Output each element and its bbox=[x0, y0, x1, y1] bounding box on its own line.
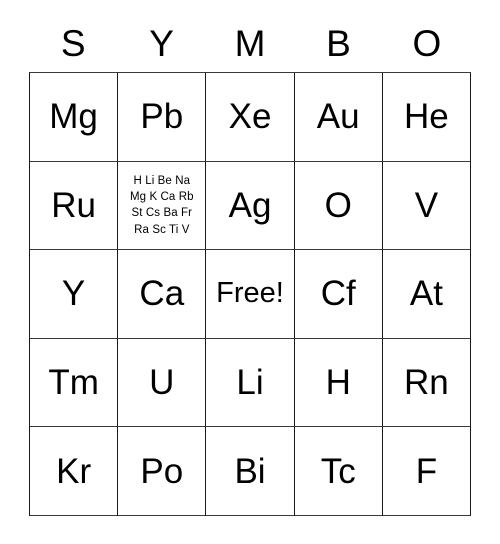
bingo-cell[interactable]: F bbox=[382, 427, 472, 516]
bingo-cell-label: Bi bbox=[234, 451, 266, 491]
bingo-cell[interactable]: Pb bbox=[118, 73, 207, 162]
bingo-cell[interactable]: He bbox=[382, 73, 472, 162]
bingo-cell-label: Cf bbox=[320, 274, 356, 314]
bingo-cell[interactable]: Tm bbox=[30, 338, 119, 428]
bingo-cell[interactable]: H bbox=[294, 338, 383, 428]
bingo-cell-label: Ag bbox=[228, 185, 272, 225]
bingo-cell[interactable]: Cf bbox=[294, 250, 383, 339]
bingo-cell-free-space[interactable]: Free! bbox=[206, 250, 295, 339]
bingo-header-letter-4: B bbox=[326, 22, 351, 64]
bingo-cell-label: H bbox=[325, 363, 351, 403]
bingo-cell[interactable]: At bbox=[382, 250, 472, 339]
bingo-header-row: S Y M B O bbox=[29, 14, 471, 72]
bingo-cell-label: U bbox=[149, 363, 175, 403]
bingo-cell-label: F bbox=[415, 451, 438, 491]
bingo-row: Mg Pb Xe Au He bbox=[30, 73, 472, 162]
bingo-cell[interactable]: Ru bbox=[30, 161, 119, 251]
bingo-row: Y Ca Free! Cf At bbox=[30, 250, 472, 339]
bingo-row: Tm U Li H Rn bbox=[30, 338, 472, 428]
bingo-cell[interactable]: U bbox=[118, 338, 207, 428]
bingo-cell[interactable]: Tc bbox=[294, 427, 383, 516]
bingo-cell[interactable]: Ca bbox=[118, 250, 207, 339]
bingo-cell-label: V bbox=[414, 185, 439, 225]
bingo-cell[interactable]: O bbox=[294, 161, 383, 251]
bingo-cell-label: He bbox=[404, 97, 449, 137]
bingo-cell-label: Rn bbox=[404, 363, 449, 403]
bingo-header-letter-5: O bbox=[412, 22, 442, 64]
bingo-cell-label: Mg bbox=[49, 97, 98, 137]
bingo-cell-label: Ru bbox=[51, 185, 96, 225]
bingo-cell[interactable]: Au bbox=[294, 73, 383, 162]
bingo-header-letter-3: M bbox=[234, 22, 266, 64]
bingo-cell-label: Xe bbox=[228, 97, 272, 137]
bingo-cell-label: H Li Be Na Mg K Ca Rb St Cs Ba Fr Ra Sc … bbox=[129, 174, 194, 236]
bingo-cell-label: Ca bbox=[139, 274, 185, 314]
bingo-header-letter-1: S bbox=[60, 22, 86, 64]
bingo-cell-label: Kr bbox=[56, 451, 92, 491]
bingo-cell[interactable]: Xe bbox=[206, 73, 295, 162]
bingo-cell[interactable]: Y bbox=[30, 250, 119, 339]
bingo-cell-label: Pb bbox=[140, 97, 184, 137]
bingo-cell-label: Li bbox=[236, 363, 264, 403]
bingo-cell-label: O bbox=[324, 185, 352, 225]
bingo-row: Ru H Li Be Na Mg K Ca Rb St Cs Ba Fr Ra … bbox=[30, 161, 472, 251]
bingo-header-letter-2: Y bbox=[149, 22, 174, 64]
bingo-cell[interactable]: Mg bbox=[30, 73, 119, 162]
bingo-cell[interactable]: Rn bbox=[382, 338, 472, 428]
bingo-cell[interactable]: V bbox=[382, 161, 472, 251]
bingo-cell-element-list[interactable]: H Li Be Na Mg K Ca Rb St Cs Ba Fr Ra Sc … bbox=[118, 161, 207, 251]
bingo-card: S Y M B O Mg Pb Xe Au He Ru H Li Be Na M… bbox=[29, 14, 472, 516]
bingo-cell[interactable]: Bi bbox=[206, 427, 295, 516]
bingo-cell-label: Tc bbox=[320, 451, 356, 491]
bingo-cell[interactable]: Li bbox=[206, 338, 295, 428]
bingo-cell[interactable]: Ag bbox=[206, 161, 295, 251]
bingo-cell-label: Po bbox=[140, 451, 184, 491]
bingo-cell[interactable]: Kr bbox=[30, 427, 119, 516]
bingo-cell-label: Au bbox=[316, 97, 360, 137]
bingo-cell-label: Tm bbox=[48, 363, 99, 403]
bingo-grid: Mg Pb Xe Au He Ru H Li Be Na Mg K Ca Rb … bbox=[29, 72, 472, 516]
bingo-cell[interactable]: Po bbox=[118, 427, 207, 516]
bingo-row: Kr Po Bi Tc F bbox=[30, 427, 472, 516]
bingo-cell-label: Free! bbox=[216, 277, 284, 310]
bingo-cell-label: At bbox=[409, 274, 443, 314]
bingo-cell-label: Y bbox=[61, 274, 86, 314]
